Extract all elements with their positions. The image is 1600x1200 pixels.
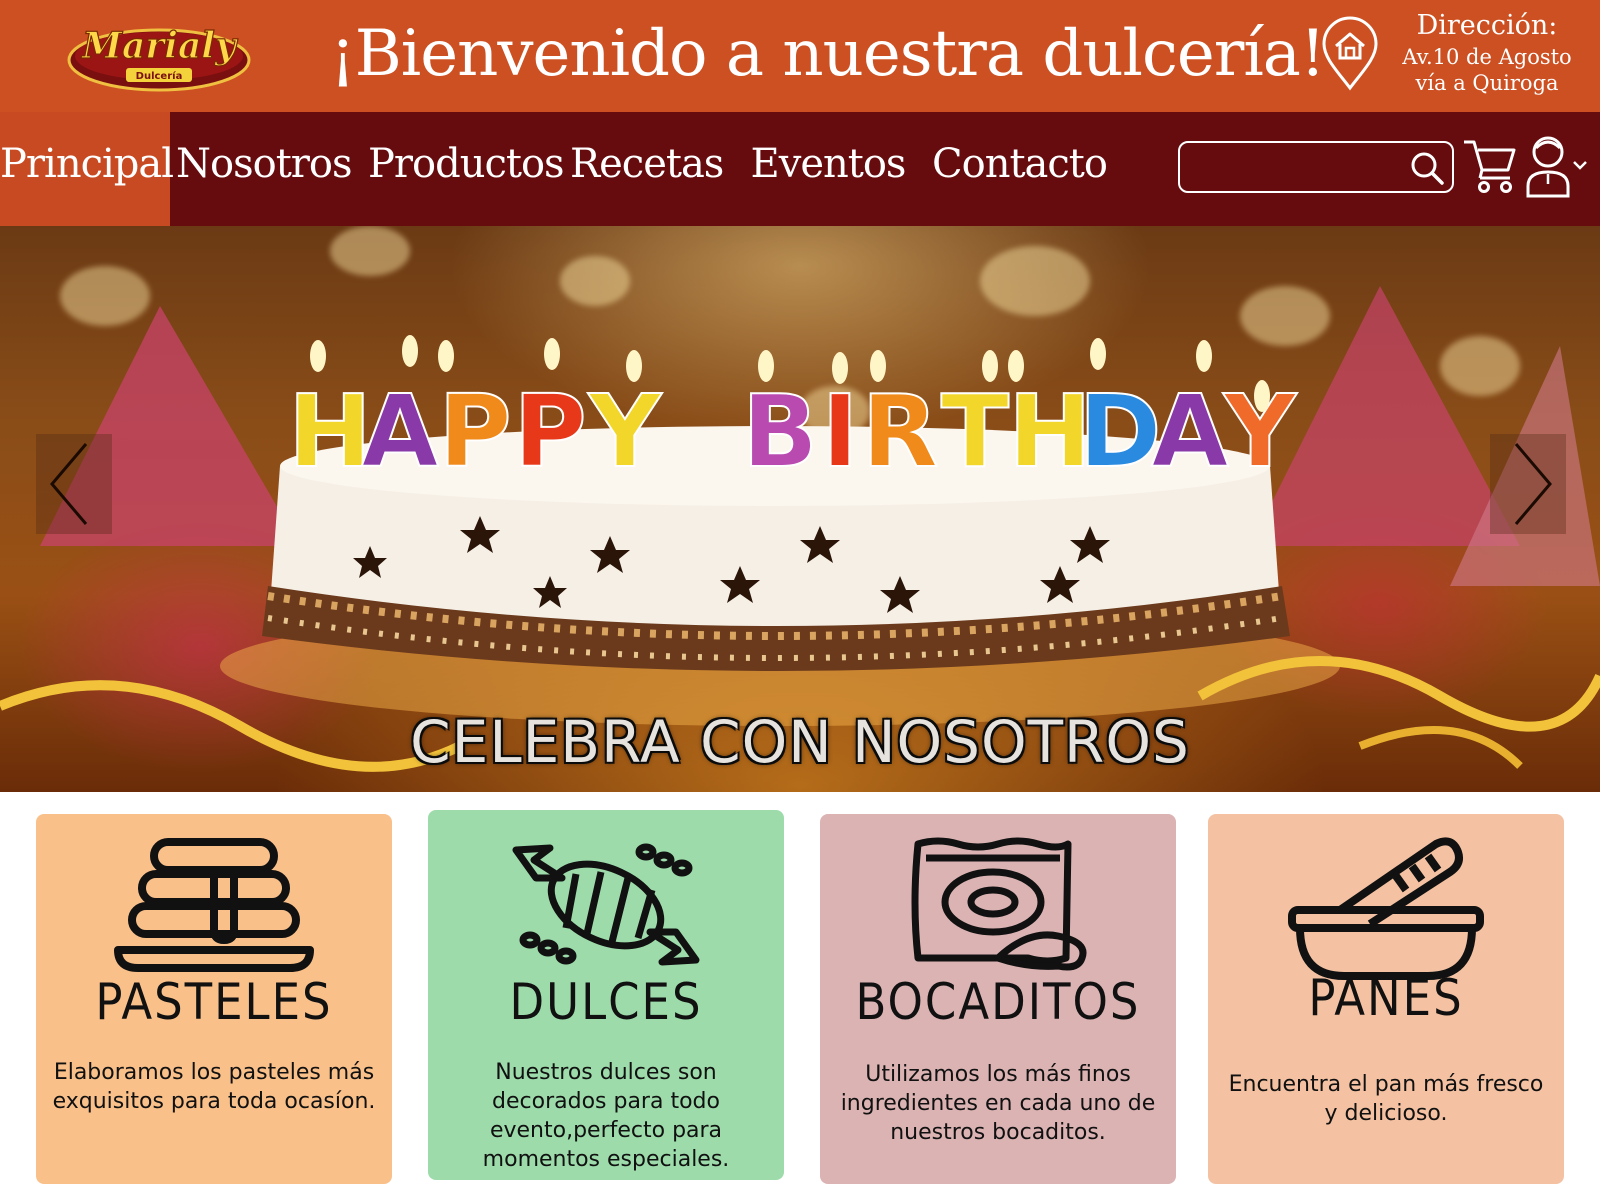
svg-text:I: I (821, 373, 858, 490)
svg-text:Marialy: Marialy (80, 25, 238, 67)
card-title: PANES (1308, 969, 1464, 1027)
svg-text:T: T (941, 373, 1009, 490)
card-description: Elaboramos los pasteles más exquisitos p… (52, 1060, 376, 1114)
candy-icon (512, 843, 700, 966)
svg-text:Dulcería: Dulcería (136, 70, 183, 82)
card-title: BOCADITOS (855, 973, 1141, 1031)
address-line-1: Av.10 de Agosto (1402, 45, 1572, 69)
svg-text:B: B (742, 373, 818, 490)
user-icon[interactable] (1524, 132, 1588, 198)
hero-carousel: H A P P Y B I R T H D A Y CELEBRA CON NO… (0, 226, 1600, 792)
chevron-left-icon (50, 443, 88, 525)
svg-text:P: P (513, 373, 586, 490)
hero-caption: CELEBRA CON NOSOTROS (410, 708, 1190, 776)
nav-item-nosotros[interactable]: Nosotros (176, 112, 353, 226)
svg-text:R: R (861, 373, 938, 490)
category-card-panes[interactable]: PANES Encuentra el pan más fresco y deli… (1208, 814, 1564, 1184)
search-box (1178, 141, 1454, 193)
category-card-pasteles[interactable]: PASTELES Elaboramos los pasteles más exq… (36, 814, 392, 1184)
carousel-prev-button[interactable] (36, 434, 112, 534)
address-block: Dirección: Av.10 de Agosto vía a Quiroga (1382, 8, 1592, 104)
card-description: Encuentra el pan más fresco y delicioso. (1228, 1072, 1544, 1126)
carousel-next-button[interactable] (1490, 434, 1566, 534)
svg-text:Y: Y (588, 373, 663, 490)
category-card-dulces[interactable]: DULCES Nuestros dulces son decorados par… (428, 810, 784, 1180)
chips-bag-icon (911, 837, 1087, 971)
card-description: Utilizamos los más finos ingredientes en… (840, 1062, 1156, 1145)
search-input[interactable] (1188, 149, 1404, 185)
location-home-icon (1322, 16, 1378, 91)
address-line-2: vía a Quiroga (1415, 71, 1559, 95)
card-title: DULCES (509, 973, 703, 1031)
category-card-bocaditos[interactable]: BOCADITOS Utilizamos los más finos ingre… (820, 814, 1176, 1184)
main-navbar: Principal Nosotros Productos Recetas Eve… (0, 112, 1600, 226)
nav-item-contacto[interactable]: Contacto (932, 112, 1108, 226)
chevron-right-icon (1514, 443, 1552, 525)
svg-text:D: D (1078, 373, 1161, 490)
svg-text:H: H (288, 373, 372, 490)
card-description: Nuestros dulces son decorados para todo … (482, 1060, 730, 1172)
cart-icon[interactable] (1462, 134, 1516, 194)
bread-basket-icon (1288, 837, 1484, 980)
svg-text:P: P (438, 373, 511, 490)
svg-text:A: A (1151, 373, 1228, 490)
svg-text:A: A (361, 373, 438, 490)
top-header: Marialy Dulcería ¡Bienvenido a nuestra d… (0, 0, 1600, 112)
marialy-logo[interactable]: Marialy Dulcería (64, 16, 254, 94)
nav-item-productos[interactable]: Productos (368, 112, 565, 226)
search-icon[interactable] (1408, 149, 1446, 187)
welcome-title: ¡Bienvenido a nuestra dulcería! (330, 17, 1326, 91)
pancake-stack-icon (114, 838, 314, 972)
nav-item-recetas[interactable]: Recetas (570, 112, 724, 226)
nav-item-principal[interactable]: Principal (0, 112, 174, 226)
address-title: Dirección: (1416, 10, 1558, 41)
nav-item-eventos[interactable]: Eventos (748, 112, 908, 226)
card-title: PASTELES (95, 973, 333, 1031)
